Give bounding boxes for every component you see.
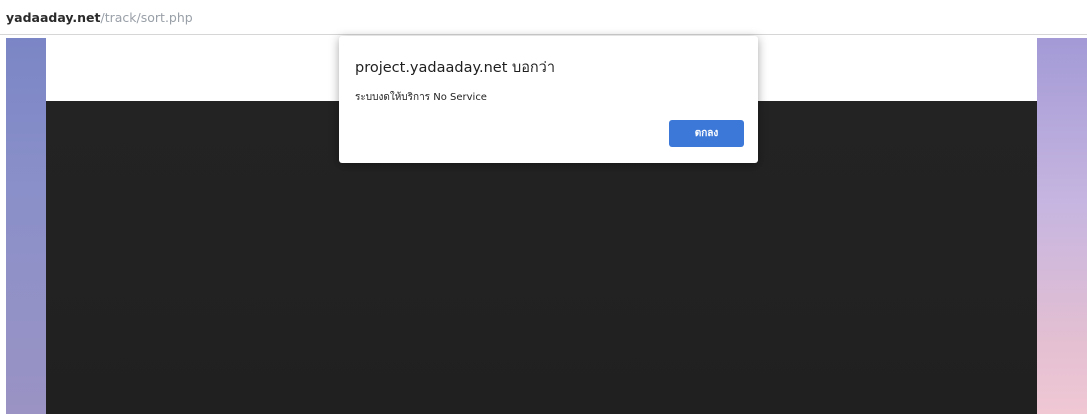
alert-dialog: project.yadaaday.net บอกว่า ระบบงดให้บริ… (339, 36, 758, 163)
alert-message: ระบบงดให้บริการ No Service (355, 92, 487, 103)
left-background-strip (6, 38, 46, 414)
url-path: /track/sort.php (100, 10, 193, 25)
address-bar[interactable]: yadaaday.net/track/sort.php (0, 0, 1087, 35)
alert-title: project.yadaaday.net บอกว่า (355, 60, 555, 76)
url-domain: yadaaday.net (6, 10, 101, 25)
ok-button[interactable]: ตกลง (669, 120, 744, 147)
right-background-strip (1037, 38, 1087, 414)
url-text[interactable]: yadaaday.net/track/sort.php (6, 11, 193, 25)
